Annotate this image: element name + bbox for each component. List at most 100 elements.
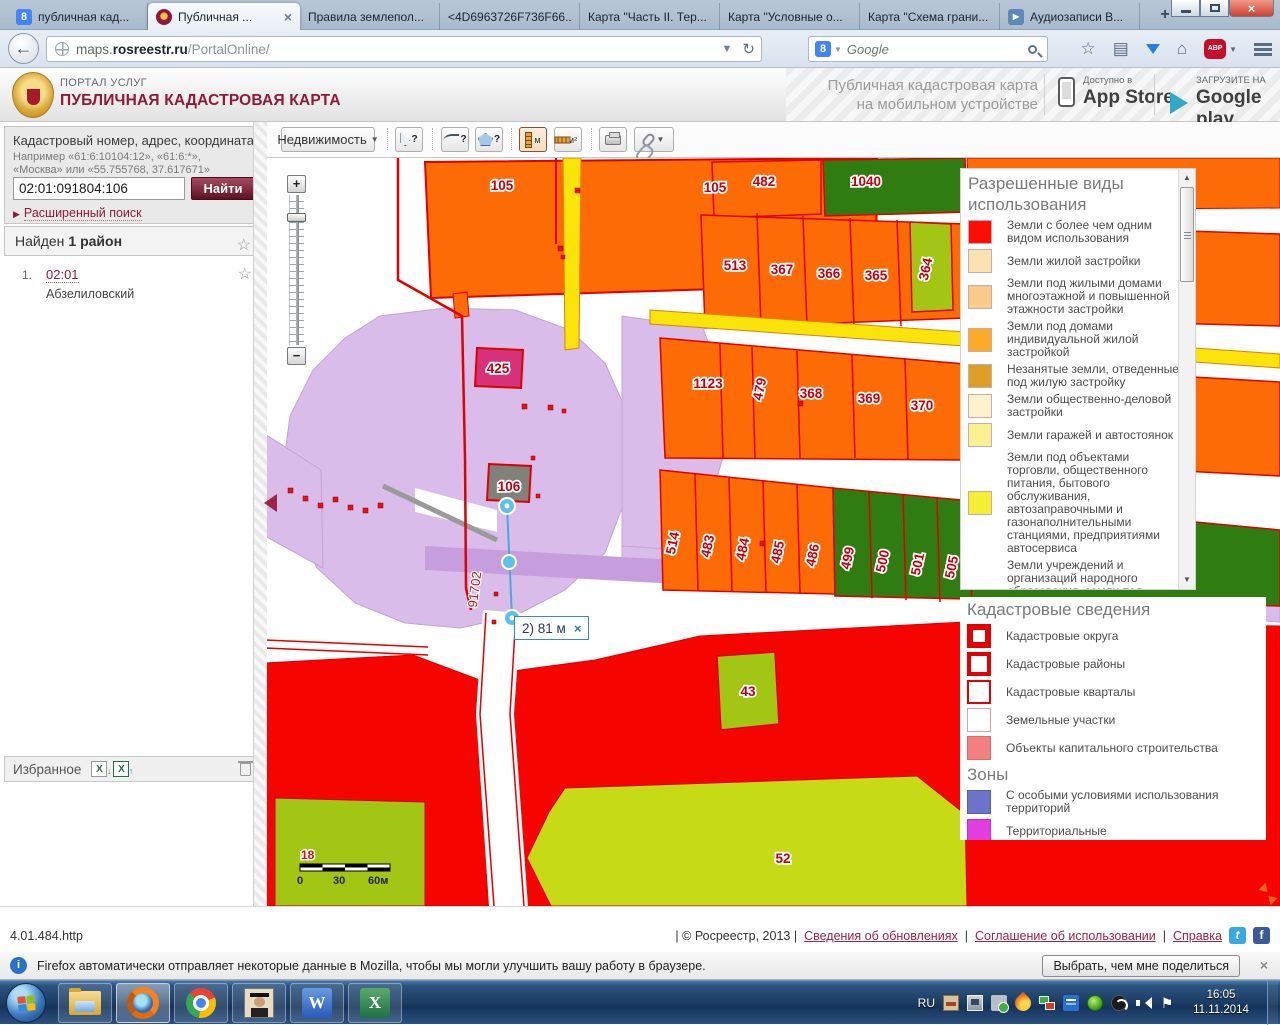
parcel-1040[interactable] <box>823 158 967 216</box>
browser-tab[interactable]: Карта "Условные о... <box>720 3 860 30</box>
parcel-482[interactable] <box>712 160 821 218</box>
close-button[interactable]: × <box>1229 0 1274 17</box>
tray-usb-icon[interactable] <box>991 995 1007 1011</box>
taskbar-word-button[interactable]: W <box>290 983 344 1023</box>
resize-map-icon[interactable] <box>1260 886 1276 902</box>
scroll-up-icon[interactable]: ▲ <box>1179 170 1195 186</box>
show-desktop-button[interactable] <box>1267 981 1278 1025</box>
identify-line-tool-button[interactable]: ? <box>441 127 469 152</box>
trash-icon[interactable] <box>240 763 251 776</box>
zoom-out-button[interactable]: − <box>287 347 306 365</box>
favorite-star-icon[interactable]: ☆ <box>238 264 252 284</box>
share-link-button[interactable]: ▼ <box>634 127 674 152</box>
search-icon[interactable] <box>1028 45 1037 54</box>
favorite-star-icon[interactable]: ☆ <box>237 232 251 260</box>
result-code-link[interactable]: 02:01 <box>46 267 79 283</box>
search-bar[interactable]: 8 ▼ <box>808 36 1048 62</box>
tray-monitors-icon[interactable] <box>1039 995 1055 1011</box>
identify-area-tool-button[interactable]: ? <box>475 127 503 152</box>
scroll-down-icon[interactable]: ▼ <box>1179 572 1195 588</box>
parcel-row3-orange[interactable] <box>660 470 835 594</box>
volume-icon[interactable] <box>1135 995 1151 1011</box>
tray-download-master-icon[interactable] <box>1012 992 1035 1015</box>
minimize-button[interactable] <box>1171 0 1200 17</box>
twitter-icon[interactable]: t <box>1229 927 1246 944</box>
legend-item-label: Незанятые земли, отведенные под жилую за… <box>1007 363 1179 389</box>
cadastral-number-input[interactable] <box>13 177 185 200</box>
parcel-olive-bottomleft[interactable] <box>275 798 425 906</box>
footer-link[interactable]: Соглашение об использовании <box>975 929 1156 943</box>
menu-icon[interactable] <box>1254 43 1272 56</box>
browser-tab[interactable]: Карта "Схема грани... <box>860 3 1000 30</box>
browser-tab[interactable]: 8публичная кад... <box>8 3 148 30</box>
tab-title: <4D6963726F736F66... <box>448 10 571 24</box>
favorites-label: Избранное <box>13 762 81 777</box>
action-center-flag-icon[interactable]: ⚑ <box>1159 995 1175 1011</box>
print-button[interactable] <box>599 127 627 152</box>
tray-archive-icon[interactable] <box>943 995 959 1011</box>
bookmarks-menu-icon[interactable]: ▤ <box>1113 39 1129 59</box>
notification-close-icon[interactable]: × <box>1260 957 1268 973</box>
facebook-icon[interactable]: f <box>1253 927 1270 944</box>
browser-tab[interactable]: ▶Аудиозаписи В... <box>1000 3 1140 30</box>
browser-tab[interactable]: Карта "Часть II. Тер... <box>580 3 720 30</box>
parcel-number-label: 368 <box>800 386 823 401</box>
measure-area-button[interactable]: м² <box>554 127 582 152</box>
appstore-badge[interactable]: Доступно вApp Store <box>1058 75 1174 109</box>
start-button[interactable] <box>6 983 46 1023</box>
measure-length-button[interactable]: м <box>519 127 547 152</box>
realty-dropdown[interactable]: Недвижимость▼ <box>281 127 375 152</box>
taskbar-clock[interactable]: 16:0511.11.2014 <box>1183 988 1259 1018</box>
search-engine-icon[interactable]: 8 <box>815 41 831 57</box>
import-excel-icon[interactable]: X↑ <box>113 761 129 777</box>
footer-link[interactable]: Справка <box>1173 929 1222 943</box>
map-canvas[interactable]: 1803060м 1051054821040513367366365364112… <box>265 158 1280 906</box>
taskbar-explorer-button[interactable] <box>58 983 112 1023</box>
link-icon <box>640 131 656 148</box>
legend-scrollbar[interactable]: ▲ ▼ <box>1178 169 1195 589</box>
play-triangle-icon <box>1170 92 1188 114</box>
downloads-icon[interactable] <box>1146 44 1160 61</box>
taskbar-excel-button[interactable]: X <box>348 983 402 1023</box>
browser-tab[interactable]: Правила землепол... <box>300 3 440 30</box>
url-dropdown-icon[interactable]: ▼ <box>722 43 733 55</box>
result-item[interactable]: 1. 02:01 Абзелиловский ☆ <box>4 258 260 312</box>
export-excel-icon[interactable]: X↓ <box>91 761 107 777</box>
search-input[interactable] <box>847 42 1028 57</box>
zoom-in-button[interactable]: + <box>287 175 306 193</box>
engine-dropdown-icon[interactable]: ▼ <box>834 45 842 54</box>
home-icon[interactable]: ⌂ <box>1177 39 1187 59</box>
notification-choose-button[interactable]: Выбрать, чем мне поделиться <box>1042 955 1240 977</box>
area-52[interactable] <box>527 776 967 906</box>
tray-updater-icon[interactable] <box>1111 995 1127 1011</box>
parcel-number-label: 366 <box>818 266 841 281</box>
measure-close-icon[interactable]: × <box>574 621 582 636</box>
identify-tool-button[interactable]: ? <box>395 127 423 152</box>
legend-item: Земли учреждений и организаций народного… <box>968 559 1179 590</box>
reload-icon[interactable]: ↻ <box>742 40 755 58</box>
advanced-search-link[interactable]: ▶Расширенный поиск <box>13 206 142 220</box>
bookmark-star-icon[interactable]: ☆ <box>1080 39 1095 59</box>
language-indicator[interactable]: RU <box>918 996 935 1010</box>
back-button[interactable]: ← <box>8 33 39 64</box>
tab-close-icon[interactable]: × <box>284 9 292 25</box>
tray-network-icon[interactable] <box>967 995 983 1011</box>
sidebar-splitter[interactable] <box>253 122 267 906</box>
scroll-thumb[interactable] <box>1180 187 1194 282</box>
taskbar-chrome-button[interactable] <box>174 983 228 1023</box>
advanced-arrow-icon: ▶ <box>13 209 20 219</box>
maximize-button[interactable] <box>1200 0 1229 17</box>
browser-tab[interactable]: Публичная ...× <box>148 3 300 30</box>
taskbar-firefox-button[interactable] <box>116 983 170 1023</box>
find-button[interactable]: Найти <box>191 177 255 200</box>
collapse-sidebar-icon[interactable] <box>255 494 277 512</box>
url-bar[interactable]: maps.rosreestr.ru/PortalOnline/ ▼ ↻ <box>46 36 762 62</box>
zoom-slider-thumb[interactable] <box>287 213 306 222</box>
tray-antivirus-icon[interactable] <box>1087 995 1103 1011</box>
taskbar-consultant-button[interactable] <box>232 983 286 1023</box>
browser-tab[interactable]: <4D6963726F736F66... <box>440 3 580 30</box>
footer-link[interactable]: Сведения об обновлениях <box>804 929 958 943</box>
adblock-icon[interactable]: ABP <box>1204 39 1226 59</box>
tray-app-icon[interactable] <box>1063 995 1079 1011</box>
adblock-caret-icon[interactable]: ▼ <box>1229 45 1237 54</box>
